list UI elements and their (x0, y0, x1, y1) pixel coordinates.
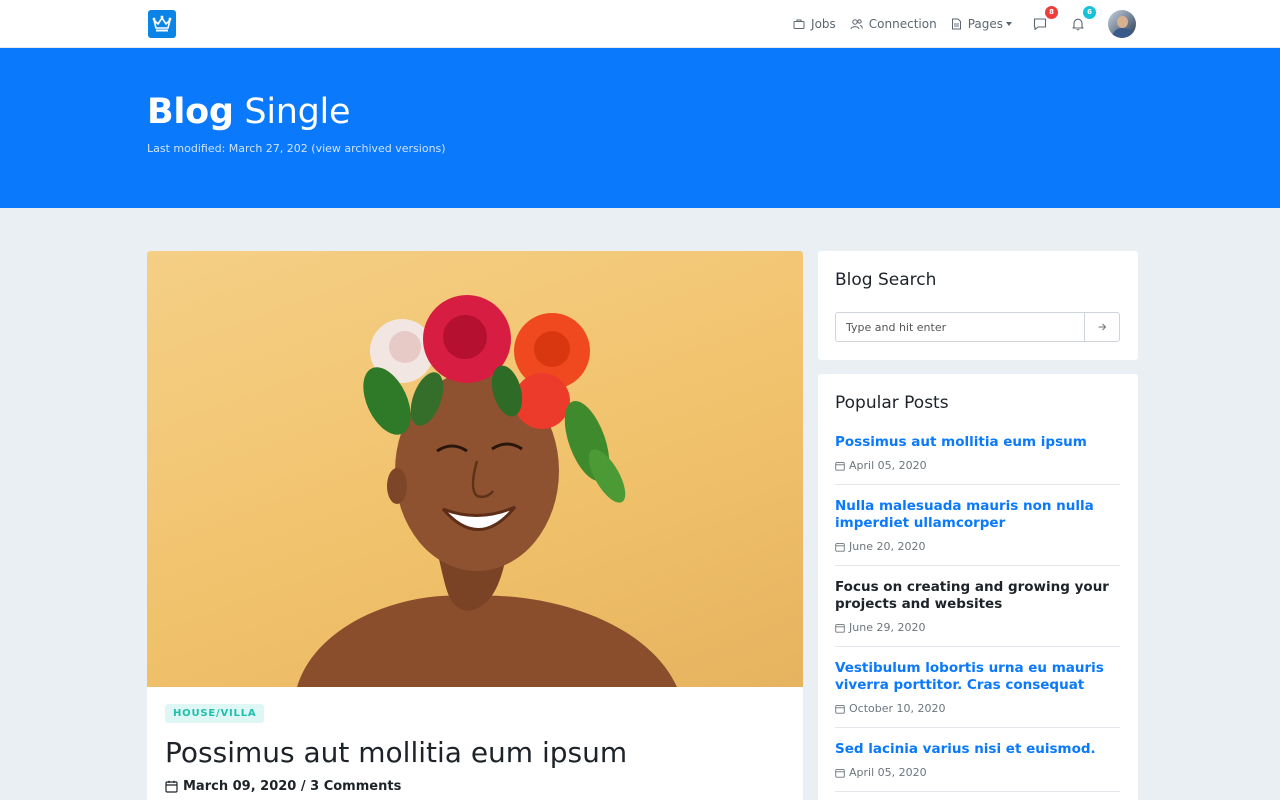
blog-post-card: HOUSE/VILLA Possimus aut mollitia eum ip… (147, 251, 803, 800)
popular-post-date-text: April 05, 2020 (849, 459, 927, 472)
nav-pages-label: Pages (967, 17, 1003, 31)
messages-badge: 8 (1045, 6, 1058, 19)
popular-posts-list: Possimus aut mollitia eum ipsum April 05… (835, 434, 1120, 800)
crown-icon (152, 15, 172, 32)
page-title: Blog Single (147, 92, 351, 132)
crown-logo[interactable] (148, 10, 176, 38)
calendar-icon (835, 704, 845, 714)
search-input[interactable] (836, 313, 1084, 341)
popular-posts-title: Popular Posts (835, 393, 949, 413)
calendar-icon (835, 768, 845, 778)
chat-icon (1033, 18, 1047, 31)
calendar-icon (835, 623, 845, 633)
popular-post-date: April 05, 2020 (835, 766, 1120, 779)
list-item: Focus on creating and growing your proje… (835, 579, 1120, 647)
notifications-button[interactable]: 6 (1068, 6, 1096, 34)
popular-post-link[interactable]: Vestibulum lobortis urna eu mauris viver… (835, 660, 1120, 694)
popular-post-link[interactable]: Possimus aut mollitia eum ipsum (835, 434, 1120, 451)
hero-banner: Blog Single Last modified: March 27, 202… (0, 48, 1280, 208)
arrow-right-icon (1098, 323, 1107, 331)
post-meta: March 09, 2020 / 3 Comments (165, 779, 401, 794)
search-box (835, 312, 1120, 342)
post-category-tag[interactable]: HOUSE/VILLA (165, 704, 265, 723)
post-date-comments: March 09, 2020 / 3 Comments (183, 779, 402, 794)
nav-connection-label: Connection (868, 17, 937, 31)
nav-connection[interactable]: Connection (850, 17, 937, 31)
popular-posts-card: Popular Posts Possimus aut mollitia eum … (818, 374, 1138, 800)
document-icon (951, 18, 961, 30)
page-title-light: Single (244, 92, 351, 132)
blog-search-title: Blog Search (835, 270, 937, 290)
briefcase-icon (793, 19, 805, 29)
list-item: Vestibulum lobortis urna eu mauris viver… (835, 660, 1120, 728)
people-icon (850, 19, 863, 30)
nav-links: Jobs Connection Pages 8 6 (779, 0, 1136, 48)
messages-button[interactable]: 8 (1030, 6, 1058, 34)
top-navbar: Jobs Connection Pages 8 6 (0, 0, 1280, 48)
popular-post-date: June 29, 2020 (835, 621, 1120, 634)
page-title-bold: Blog (147, 92, 234, 132)
bell-icon (1072, 18, 1084, 31)
list-item: Nulla malesuada mauris non nulla imperdi… (835, 498, 1120, 566)
avatar-shirt (1112, 28, 1134, 38)
calendar-icon (165, 780, 178, 793)
calendar-icon (835, 461, 845, 471)
popular-post-link[interactable]: Nulla malesuada mauris non nulla imperdi… (835, 498, 1120, 532)
woman-flower-crown-illustration (297, 295, 677, 687)
nav-jobs[interactable]: Jobs (793, 17, 836, 31)
popular-post-date-text: April 05, 2020 (849, 766, 927, 779)
popular-post-link[interactable]: Focus on creating and growing your proje… (835, 579, 1120, 613)
blog-search-card: Blog Search (818, 251, 1138, 360)
popular-post-date-text: June 20, 2020 (849, 540, 926, 553)
avatar-face (1117, 16, 1128, 28)
popular-post-date-text: October 10, 2020 (849, 702, 946, 715)
chevron-down-icon (1006, 22, 1012, 26)
calendar-icon (835, 542, 845, 552)
popular-post-date-text: June 29, 2020 (849, 621, 926, 634)
list-item: Sed lacinia varius nisi et euismod. Apri… (835, 741, 1120, 792)
popular-post-date: June 20, 2020 (835, 540, 1120, 553)
notifications-badge: 6 (1083, 6, 1096, 19)
user-avatar[interactable] (1108, 10, 1136, 38)
last-modified-text: Last modified: March 27, 202 (view archi… (147, 142, 446, 155)
popular-post-date: April 05, 2020 (835, 459, 1120, 472)
search-submit-button[interactable] (1084, 313, 1119, 341)
nav-pages-dropdown[interactable]: Pages (951, 17, 1012, 31)
nav-jobs-label: Jobs (811, 17, 836, 31)
popular-post-date: October 10, 2020 (835, 702, 1120, 715)
list-item: Possimus aut mollitia eum ipsum April 05… (835, 434, 1120, 485)
post-featured-image (147, 251, 803, 687)
popular-post-link[interactable]: Sed lacinia varius nisi et euismod. (835, 741, 1120, 758)
post-title: Possimus aut mollitia eum ipsum (165, 736, 628, 769)
